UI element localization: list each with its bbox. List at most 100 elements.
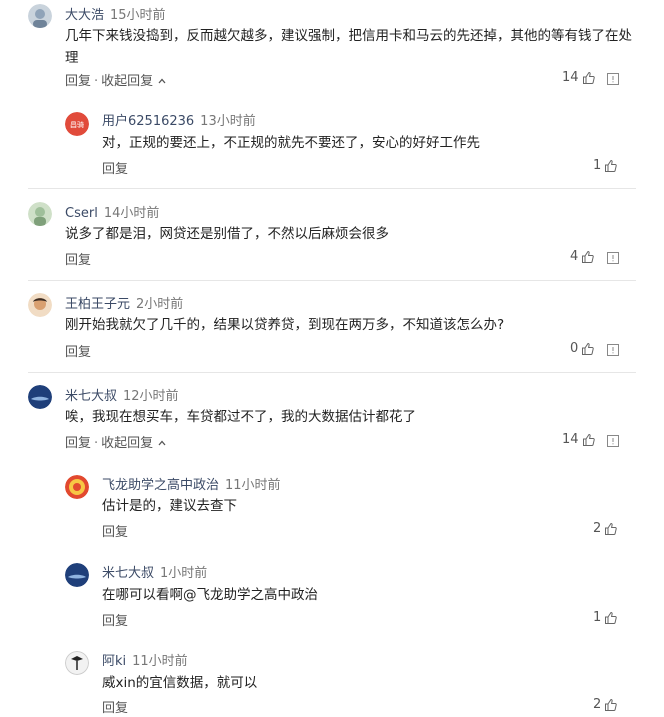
comment-meta: 米七大叔 1小时前 — [102, 562, 207, 581]
report-icon[interactable] — [607, 252, 619, 264]
thumbs-up-icon[interactable] — [604, 611, 618, 625]
comment-actions: 回复 — [102, 697, 128, 716]
avatar[interactable] — [28, 4, 52, 28]
thumbs-up-icon[interactable] — [581, 250, 595, 264]
comment-meta: 用户62516236 13小时前 — [102, 110, 256, 129]
like-button[interactable]: 1 — [593, 158, 618, 173]
comment-meta: Cserl 14小时前 — [65, 202, 159, 221]
timestamp: 15小时前 — [110, 8, 166, 23]
reply-button[interactable]: 回复 — [102, 162, 128, 177]
reply-button[interactable]: 回复 — [65, 74, 91, 89]
avatar[interactable] — [28, 293, 52, 317]
avatar[interactable] — [28, 385, 52, 409]
comment-text-line: 理 — [65, 50, 79, 66]
avatar[interactable] — [65, 563, 89, 587]
comment-actions: 回复 — [102, 158, 128, 177]
separator: · — [94, 436, 99, 451]
like-button[interactable]: 1 — [593, 610, 618, 625]
username[interactable]: 米七大叔 — [65, 389, 117, 404]
thumbs-up-icon[interactable] — [581, 342, 595, 356]
comment-actions: 回复 · 收起回复 — [65, 70, 167, 89]
comment-text: 威xin的宜信数据，就可以 — [102, 672, 622, 694]
thumbs-up-icon[interactable] — [604, 522, 618, 536]
comment-meta: 飞龙助学之高中政治 11小时前 — [102, 474, 281, 493]
comment-text-line: 在哪可以看啊@飞龙助学之高中政治 — [102, 587, 318, 603]
username[interactable]: 阿ki — [102, 654, 126, 669]
like-button[interactable]: 2 — [593, 697, 618, 712]
like-count: 14 — [562, 432, 579, 447]
avatar[interactable]: 昌骑 — [65, 112, 89, 136]
like-button[interactable]: 4 — [570, 249, 595, 264]
reply-button[interactable]: 回复 — [65, 253, 91, 268]
like-button[interactable]: 14 — [562, 432, 596, 447]
like-count: 4 — [570, 249, 579, 264]
comment-text: 对，正规的要还上，不正规的就先不要还了，安心的好好工作先 — [102, 132, 622, 154]
chevron-up-icon[interactable] — [157, 76, 167, 86]
comment-meta: 王柏王子元 2小时前 — [65, 293, 183, 312]
reply-button[interactable]: 回复 — [102, 614, 128, 629]
username[interactable]: 用户62516236 — [102, 114, 194, 129]
comment-text: 说多了都是泪，网贷还是别借了，不然以后麻烦会很多 — [65, 223, 625, 245]
timestamp: 14小时前 — [103, 206, 160, 221]
comment-text-line: 唉，我现在想买车，车贷都过不了，我的大数据估计都花了 — [65, 409, 416, 425]
comment-text: 唉，我现在想买车，车贷都过不了，我的大数据估计都花了 — [65, 406, 635, 428]
comment-thread: 大大浩 15小时前 几年下来钱没捣到，反而越欠越多，建议强制，把信用卡和马云的先还… — [0, 0, 664, 717]
like-button[interactable]: 0 — [570, 341, 595, 356]
timestamp: 11小时前 — [132, 654, 188, 669]
comment-text-line: 几年下来钱没捣到，反而越欠越多，建议强制，把信用卡和马云的先还掉，其他的等有钱了… — [65, 28, 632, 44]
svg-text:昌骑: 昌骑 — [70, 120, 84, 129]
comment-text: 刚开始我就欠了几千的，结果以贷养贷，到现在两万多，不知道该怎么办? — [65, 314, 635, 336]
timestamp: 11小时前 — [225, 478, 281, 493]
like-count: 1 — [593, 610, 602, 625]
like-count: 2 — [593, 697, 602, 712]
comment-meta: 米七大叔 12小时前 — [65, 385, 179, 404]
timestamp: 2小时前 — [136, 297, 184, 312]
separator: · — [94, 74, 99, 89]
comment-actions: 回复 — [65, 341, 91, 360]
comment-actions: 回复 — [65, 249, 91, 268]
like-button[interactable]: 2 — [593, 521, 618, 536]
comment-text-line: 威xin的宜信数据，就可以 — [102, 675, 258, 691]
like-count: 1 — [593, 158, 602, 173]
comment-actions: 回复 — [102, 521, 128, 540]
username[interactable]: 大大浩 — [65, 8, 104, 23]
comment-text: 在哪可以看啊@飞龙助学之高中政治 — [102, 584, 622, 606]
thumbs-up-icon[interactable] — [582, 71, 596, 85]
username[interactable]: 飞龙助学之高中政治 — [102, 478, 219, 493]
chevron-up-icon[interactable] — [157, 438, 167, 448]
reply-button[interactable]: 回复 — [65, 436, 91, 451]
comment-text: 估计是的，建议去查下 — [102, 495, 622, 517]
like-button[interactable]: 14 — [562, 70, 596, 85]
timestamp: 1小时前 — [160, 566, 208, 581]
divider — [28, 372, 636, 373]
reply-button[interactable]: 回复 — [102, 701, 128, 716]
reply-button[interactable]: 回复 — [65, 345, 91, 360]
avatar[interactable] — [28, 202, 52, 226]
comment-meta: 阿ki 11小时前 — [102, 650, 188, 669]
collapse-replies-button[interactable]: 收起回复 — [101, 436, 153, 451]
divider — [28, 280, 636, 281]
report-icon[interactable] — [607, 435, 619, 447]
like-count: 2 — [593, 521, 602, 536]
avatar[interactable] — [65, 475, 89, 499]
comment-text: 几年下来钱没捣到，反而越欠越多，建议强制，把信用卡和马云的先还掉，其他的等有钱了… — [65, 25, 635, 69]
report-icon[interactable] — [607, 344, 619, 356]
comment-actions: 回复 — [102, 610, 128, 629]
username[interactable]: 王柏王子元 — [65, 297, 130, 312]
comment-text-line: 刚开始我就欠了几千的，结果以贷养贷，到现在两万多，不知道该怎么办? — [65, 317, 505, 333]
username[interactable]: Cserl — [65, 206, 98, 221]
comment-actions: 回复 · 收起回复 — [65, 432, 167, 451]
like-count: 0 — [570, 341, 579, 356]
report-icon[interactable] — [607, 73, 619, 85]
username[interactable]: 米七大叔 — [102, 566, 154, 581]
thumbs-up-icon[interactable] — [604, 159, 618, 173]
reply-button[interactable]: 回复 — [102, 525, 128, 540]
avatar[interactable] — [65, 651, 89, 675]
collapse-replies-button[interactable]: 收起回复 — [101, 74, 153, 89]
thumbs-up-icon[interactable] — [604, 698, 618, 712]
timestamp: 12小时前 — [123, 389, 179, 404]
like-count: 14 — [562, 70, 579, 85]
comment-text-line: 说多了都是泪，网贷还是别借了，不然以后麻烦会很多 — [65, 226, 389, 242]
comment-text-line: 对，正规的要还上，不正规的就先不要还了，安心的好好工作先 — [102, 135, 480, 151]
thumbs-up-icon[interactable] — [582, 433, 596, 447]
